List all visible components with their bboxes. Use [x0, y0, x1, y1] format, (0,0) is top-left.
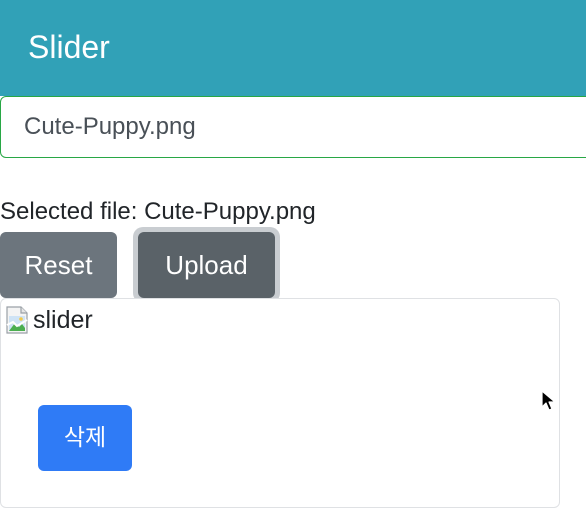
mouse-pointer-icon — [541, 390, 557, 412]
file-name-field[interactable]: Cute-Puppy.png — [0, 96, 586, 158]
app-header: Slider — [0, 0, 586, 96]
reset-button[interactable]: Reset — [0, 232, 117, 298]
upload-button[interactable]: Upload — [138, 232, 275, 298]
page-title: Slider — [28, 29, 110, 65]
broken-image-icon — [5, 305, 29, 335]
delete-button[interactable]: 삭제 — [38, 405, 132, 471]
slider-card: slider 삭제 — [0, 298, 560, 508]
file-name-value: Cute-Puppy.png — [24, 113, 196, 140]
selected-file-text: Selected file: Cute-Puppy.png — [0, 198, 316, 225]
slider-image-alt-text: slider — [33, 306, 93, 334]
slider-image: slider — [5, 303, 93, 337]
